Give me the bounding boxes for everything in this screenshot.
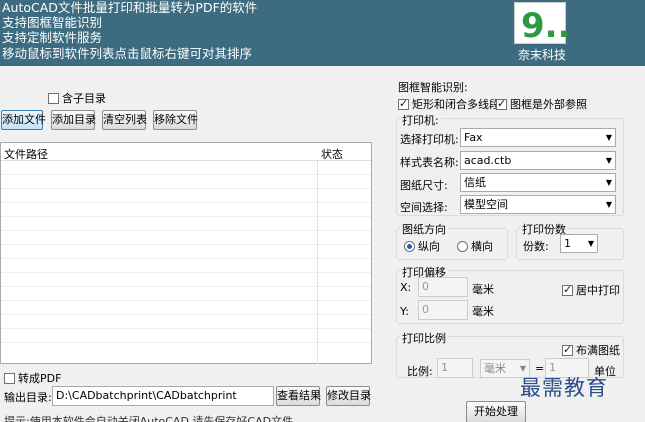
list-row <box>1 329 371 343</box>
output-dir-field[interactable]: D:\CADbatchprint\CADbatchprint <box>52 386 274 406</box>
list-row <box>1 259 371 273</box>
printer-select-value: Fax <box>464 131 483 144</box>
start-process-button[interactable]: 开始处理 <box>466 401 526 422</box>
to-pdf-check-box[interactable] <box>4 373 15 384</box>
list-row <box>1 161 371 175</box>
space-label: 空间选择: <box>400 201 448 214</box>
file-list-header: 文件路径 状态 <box>1 143 371 161</box>
include-subdirs-checkbox[interactable]: 含子目录 <box>48 90 106 106</box>
style-label: 样式表名称: <box>400 156 459 169</box>
chevron-down-icon: ▼ <box>605 178 612 187</box>
hint-text: 提示:使用本软件会自动关闭AutoCAD,请先保存好CAD文件 <box>4 415 294 422</box>
rect-polyline-check-box[interactable] <box>398 97 409 110</box>
column-divider <box>317 143 318 365</box>
list-row <box>1 287 371 301</box>
include-subdirs-label: 含子目录 <box>62 92 106 105</box>
output-dir-label: 输出目录: <box>4 391 52 404</box>
column-status[interactable]: 状态 <box>321 146 343 162</box>
printer-select[interactable]: Fax ▼ <box>460 128 616 147</box>
portrait-label: 纵向 <box>418 240 440 253</box>
list-row <box>1 189 371 203</box>
clear-list-button[interactable]: 清空列表 <box>102 110 147 130</box>
watermark: 最需教育 <box>520 376 608 400</box>
view-result-button[interactable]: 查看结果 <box>276 386 321 406</box>
ratio-label: 比例: <box>407 365 433 378</box>
rect-polyline-checkbox[interactable]: 矩形和闭合多线段 <box>398 96 500 112</box>
paper-size-label: 图纸尺寸: <box>400 179 448 192</box>
chevron-down-icon: ▼ <box>587 239 594 248</box>
offset-x-unit: 毫米 <box>472 283 494 296</box>
offset-y-input[interactable]: 0 <box>418 300 468 320</box>
orientation-title: 图纸方向 <box>400 221 448 237</box>
xref-check-box[interactable] <box>496 97 507 110</box>
list-row <box>1 315 371 329</box>
chevron-down-icon: ▼ <box>605 200 612 209</box>
list-row <box>1 175 371 189</box>
list-row <box>1 301 371 315</box>
file-list[interactable]: 文件路径 状态 <box>0 142 372 365</box>
copies-value: 1 <box>564 237 571 250</box>
paper-size-select[interactable]: 信纸 ▼ <box>460 173 616 192</box>
paper-size-value: 信纸 <box>464 176 486 189</box>
header-banner: AutoCAD文件批量打印和批量转为PDF的软件 支持图框智能识别 支持定制软件… <box>0 0 645 66</box>
printer-group-title: 打印机: <box>400 112 441 128</box>
xref-checkbox[interactable]: 图框是外部参照 <box>496 96 587 112</box>
list-row <box>1 203 371 217</box>
add-file-button[interactable]: 添加文件 <box>1 110 46 130</box>
style-select[interactable]: acad.ctb ▼ <box>460 151 616 170</box>
column-file-path[interactable]: 文件路径 <box>4 146 48 162</box>
change-dir-button[interactable]: 修改目录 <box>326 386 371 406</box>
space-select-value: 模型空间 <box>464 198 508 211</box>
remove-file-button[interactable]: 移除文件 <box>153 110 198 130</box>
copies-select[interactable]: 1 ▼ <box>560 234 598 253</box>
banner-line-4: 移动鼠标到软件列表点击鼠标右键可对其排序 <box>2 46 253 61</box>
space-select[interactable]: 模型空间 ▼ <box>460 195 616 214</box>
portrait-radio[interactable]: 纵向 <box>404 238 440 254</box>
include-subdirs-check-box[interactable] <box>48 93 59 104</box>
list-row <box>1 245 371 259</box>
landscape-label: 横向 <box>471 240 493 253</box>
offset-y-unit: 毫米 <box>472 305 494 318</box>
style-select-value: acad.ctb <box>464 154 512 167</box>
list-row <box>1 273 371 287</box>
printer-label: 选择打印机: <box>400 133 459 146</box>
center-print-check-box[interactable] <box>562 283 573 296</box>
ratio-input[interactable]: 1 <box>437 358 473 378</box>
chevron-down-icon: ▼ <box>605 156 612 165</box>
copies-label: 份数: <box>523 240 549 253</box>
portrait-radio-circle[interactable] <box>404 241 415 252</box>
to-pdf-label: 转成PDF <box>18 372 62 385</box>
add-directory-button[interactable]: 添加目录 <box>51 110 96 130</box>
fit-paper-check-box[interactable] <box>562 343 573 356</box>
landscape-radio[interactable]: 横向 <box>457 238 493 254</box>
chevron-down-icon: ▼ <box>605 133 612 142</box>
logo-text: 9... <box>521 6 567 45</box>
xref-label: 图框是外部参照 <box>510 98 587 111</box>
landscape-radio-circle[interactable] <box>457 241 468 252</box>
logo-icon: 9... <box>521 6 567 45</box>
offset-x-input[interactable]: 0 <box>418 277 468 297</box>
smart-detect-title: 图框智能识别: <box>398 81 468 94</box>
list-row <box>1 231 371 245</box>
fit-paper-checkbox[interactable]: 布满图纸 <box>562 342 620 358</box>
center-print-label: 居中打印 <box>576 284 620 297</box>
banner-line-1: AutoCAD文件批量打印和批量转为PDF的软件 <box>2 0 258 15</box>
banner-line-3: 支持定制软件服务 <box>2 30 103 45</box>
offset-y-label: Y: <box>400 305 409 318</box>
to-pdf-checkbox[interactable]: 转成PDF <box>4 370 61 386</box>
rect-polyline-label: 矩形和闭合多线段 <box>412 98 500 111</box>
list-row <box>1 217 371 231</box>
banner-line-2: 支持图框智能识别 <box>2 15 103 30</box>
center-print-checkbox[interactable]: 居中打印 <box>562 282 620 298</box>
scale-title: 打印比例 <box>400 330 448 346</box>
company-name: 奈末科技 <box>517 48 566 62</box>
offset-x-label: X: <box>400 281 412 294</box>
company-logo: 9... <box>514 2 567 45</box>
scale-unit-value: 毫米 <box>484 362 506 375</box>
fit-paper-label: 布满图纸 <box>576 344 620 357</box>
